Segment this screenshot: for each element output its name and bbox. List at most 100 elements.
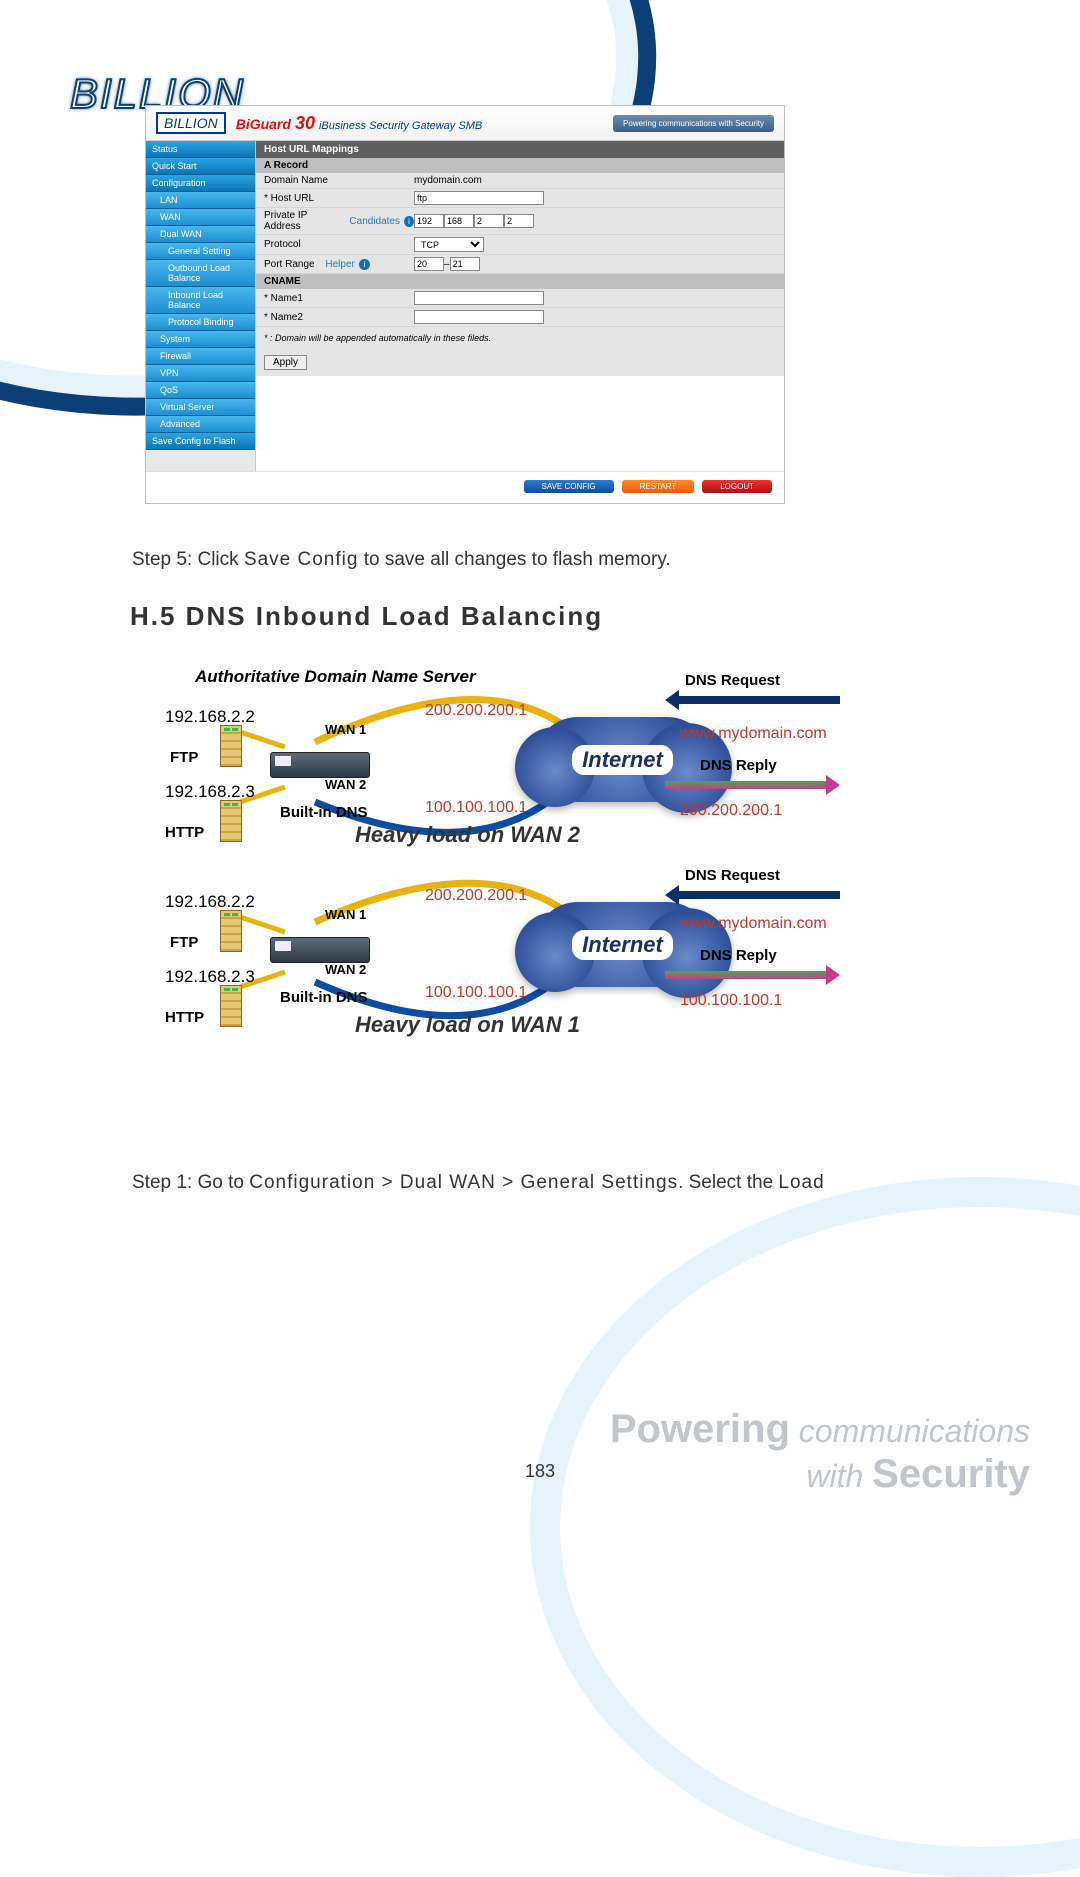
host-url-input[interactable] bbox=[414, 191, 544, 205]
domain-value: mydomain.com bbox=[414, 175, 482, 186]
page-bg-bottom-right bbox=[530, 1177, 1080, 1877]
cname2-label: * Name2 bbox=[264, 312, 414, 323]
candidates-link[interactable]: Candidates bbox=[349, 216, 400, 227]
admin-header-tag: Powering communications with Security bbox=[613, 115, 774, 132]
section-title: Host URL Mappings bbox=[256, 141, 784, 158]
dns-request-arrow-2 bbox=[665, 887, 840, 903]
domain-2: www.mydomain.com bbox=[680, 915, 827, 933]
ftp-server-icon-2 bbox=[220, 910, 242, 952]
nav-lan[interactable]: LAN bbox=[146, 192, 255, 209]
wan1-ip-1: 200.200.200.1 bbox=[425, 702, 527, 720]
group-a-record: A Record bbox=[256, 158, 784, 173]
helper-link[interactable]: Helper bbox=[325, 259, 354, 270]
nav-configuration[interactable]: Configuration bbox=[146, 175, 255, 192]
admin-logo: BILLION bbox=[156, 112, 226, 134]
nav-protocol-binding[interactable]: Protocol Binding bbox=[146, 314, 255, 331]
apply-button[interactable]: Apply bbox=[264, 355, 307, 370]
row-domain: Domain Name mydomain.com bbox=[256, 173, 784, 189]
http-label-2: HTTP bbox=[165, 1009, 204, 1026]
wan1-ip-2: 200.200.200.1 bbox=[425, 887, 527, 905]
domain-1: www.mydomain.com bbox=[680, 725, 827, 743]
nav-virtual-server[interactable]: Virtual Server bbox=[146, 399, 255, 416]
step1-text: Step 1: Go to Configuration > Dual WAN >… bbox=[132, 1172, 948, 1194]
help-icon[interactable]: i bbox=[359, 259, 370, 270]
cname1-input[interactable] bbox=[414, 291, 544, 305]
dns-reply-arrow-2 bbox=[665, 967, 840, 983]
lan-ip-http-2: 192.168.2.3 bbox=[165, 967, 255, 987]
admin-header: BILLION BiGuard 30 iBusiness Security Ga… bbox=[146, 106, 784, 141]
nav-quick-start[interactable]: Quick Start bbox=[146, 158, 255, 175]
dns-diagram: Authoritative Domain Name Server 192.168… bbox=[125, 667, 955, 1117]
save-config-button[interactable]: SAVE CONFIG bbox=[524, 480, 614, 493]
cname2-input[interactable] bbox=[414, 310, 544, 324]
row-cname1: * Name1 bbox=[256, 289, 784, 308]
dns-reply-2: DNS Reply bbox=[700, 947, 777, 964]
lan-ip-ftp-2: 192.168.2.2 bbox=[165, 892, 255, 912]
nav-general-setting[interactable]: General Setting bbox=[146, 243, 255, 260]
help-icon[interactable]: i bbox=[404, 216, 414, 227]
row-protocol: Protocol TCP bbox=[256, 235, 784, 255]
heavy-wan1: Heavy load on WAN 1 bbox=[355, 1012, 580, 1038]
nav-status[interactable]: Status bbox=[146, 141, 255, 158]
ip-octet-2[interactable] bbox=[444, 214, 474, 228]
port-from[interactable] bbox=[414, 257, 444, 271]
dns-reply-arrow-1 bbox=[665, 777, 840, 793]
dns-request-2: DNS Request bbox=[685, 867, 780, 884]
ftp-label-2: FTP bbox=[170, 934, 198, 951]
port-range-label: Port Range Helper i bbox=[264, 259, 414, 270]
ip-octet-1[interactable] bbox=[414, 214, 444, 228]
nav-advanced[interactable]: Advanced bbox=[146, 416, 255, 433]
nav-save-config-to-flash[interactable]: Save Config to Flash bbox=[146, 433, 255, 450]
admin-panel: Host URL Mappings A Record Domain Name m… bbox=[256, 141, 784, 471]
section-heading: H.5 DNS Inbound Load Balancing bbox=[130, 601, 950, 632]
wan1-label-1: WAN 1 bbox=[325, 722, 366, 737]
cname1-label: * Name1 bbox=[264, 293, 414, 304]
nav-dual-wan[interactable]: Dual WAN bbox=[146, 226, 255, 243]
router-icon-2 bbox=[270, 937, 370, 963]
builtin-dns-1: Built-in DNS bbox=[280, 804, 368, 821]
http-server-icon-2 bbox=[220, 985, 242, 1027]
dns-request-arrow-1 bbox=[665, 692, 840, 708]
ip-octet-4[interactable] bbox=[504, 214, 534, 228]
nav-outbound-load-balance[interactable]: Outbound Load Balance bbox=[146, 260, 255, 287]
row-cname2: * Name2 bbox=[256, 308, 784, 327]
admin-footer: SAVE CONFIG RESTART LOGOUT bbox=[146, 471, 784, 503]
wan2-ip-2: 100.100.100.1 bbox=[425, 984, 527, 1002]
host-url-label: * Host URL bbox=[264, 193, 414, 204]
restart-button[interactable]: RESTART bbox=[622, 480, 695, 493]
auth-title: Authoritative Domain Name Server bbox=[195, 667, 476, 687]
page-number: 183 bbox=[0, 1461, 1080, 1482]
wan2-label-2: WAN 2 bbox=[325, 962, 366, 977]
nav-vpn[interactable]: VPN bbox=[146, 365, 255, 382]
port-to[interactable] bbox=[450, 257, 480, 271]
ip-octet-3[interactable] bbox=[474, 214, 504, 228]
nav-qos[interactable]: QoS bbox=[146, 382, 255, 399]
wan1-label-2: WAN 1 bbox=[325, 907, 366, 922]
nav-firewall[interactable]: Firewall bbox=[146, 348, 255, 365]
admin-sidebar: StatusQuick StartConfigurationLANWANDual… bbox=[146, 141, 256, 471]
row-port-range: Port Range Helper i – bbox=[256, 255, 784, 274]
footer-slogan: Powering communications with Security bbox=[610, 1407, 1030, 1497]
protocol-select[interactable]: TCP bbox=[414, 237, 484, 252]
reply-ip-1: 200.200.200.1 bbox=[680, 802, 782, 820]
dns-request-1: DNS Request bbox=[685, 672, 780, 689]
ftp-server-icon bbox=[220, 725, 242, 767]
logout-button[interactable]: LOGOUT bbox=[702, 480, 772, 493]
builtin-dns-2: Built-in DNS bbox=[280, 989, 368, 1006]
router-icon-1 bbox=[270, 752, 370, 778]
router-admin-screenshot: BILLION BiGuard 30 iBusiness Security Ga… bbox=[145, 105, 785, 504]
step5-text: Step 5: Click Save Config to save all ch… bbox=[132, 549, 948, 571]
dns-reply-1: DNS Reply bbox=[700, 757, 777, 774]
http-label-1: HTTP bbox=[165, 824, 204, 841]
nav-wan[interactable]: WAN bbox=[146, 209, 255, 226]
nav-inbound-load-balance[interactable]: Inbound Load Balance bbox=[146, 287, 255, 314]
footnote: * : Domain will be appended automaticall… bbox=[256, 327, 784, 349]
domain-label: Domain Name bbox=[264, 175, 414, 186]
row-private-ip: Private IP Address Candidates i bbox=[256, 208, 784, 235]
wan2-ip-1: 100.100.100.1 bbox=[425, 799, 527, 817]
admin-product: BiGuard 30 iBusiness Security Gateway SM… bbox=[236, 113, 483, 134]
ftp-label-1: FTP bbox=[170, 749, 198, 766]
wan2-label-1: WAN 2 bbox=[325, 777, 366, 792]
nav-system[interactable]: System bbox=[146, 331, 255, 348]
heavy-wan2: Heavy load on WAN 2 bbox=[355, 822, 580, 848]
